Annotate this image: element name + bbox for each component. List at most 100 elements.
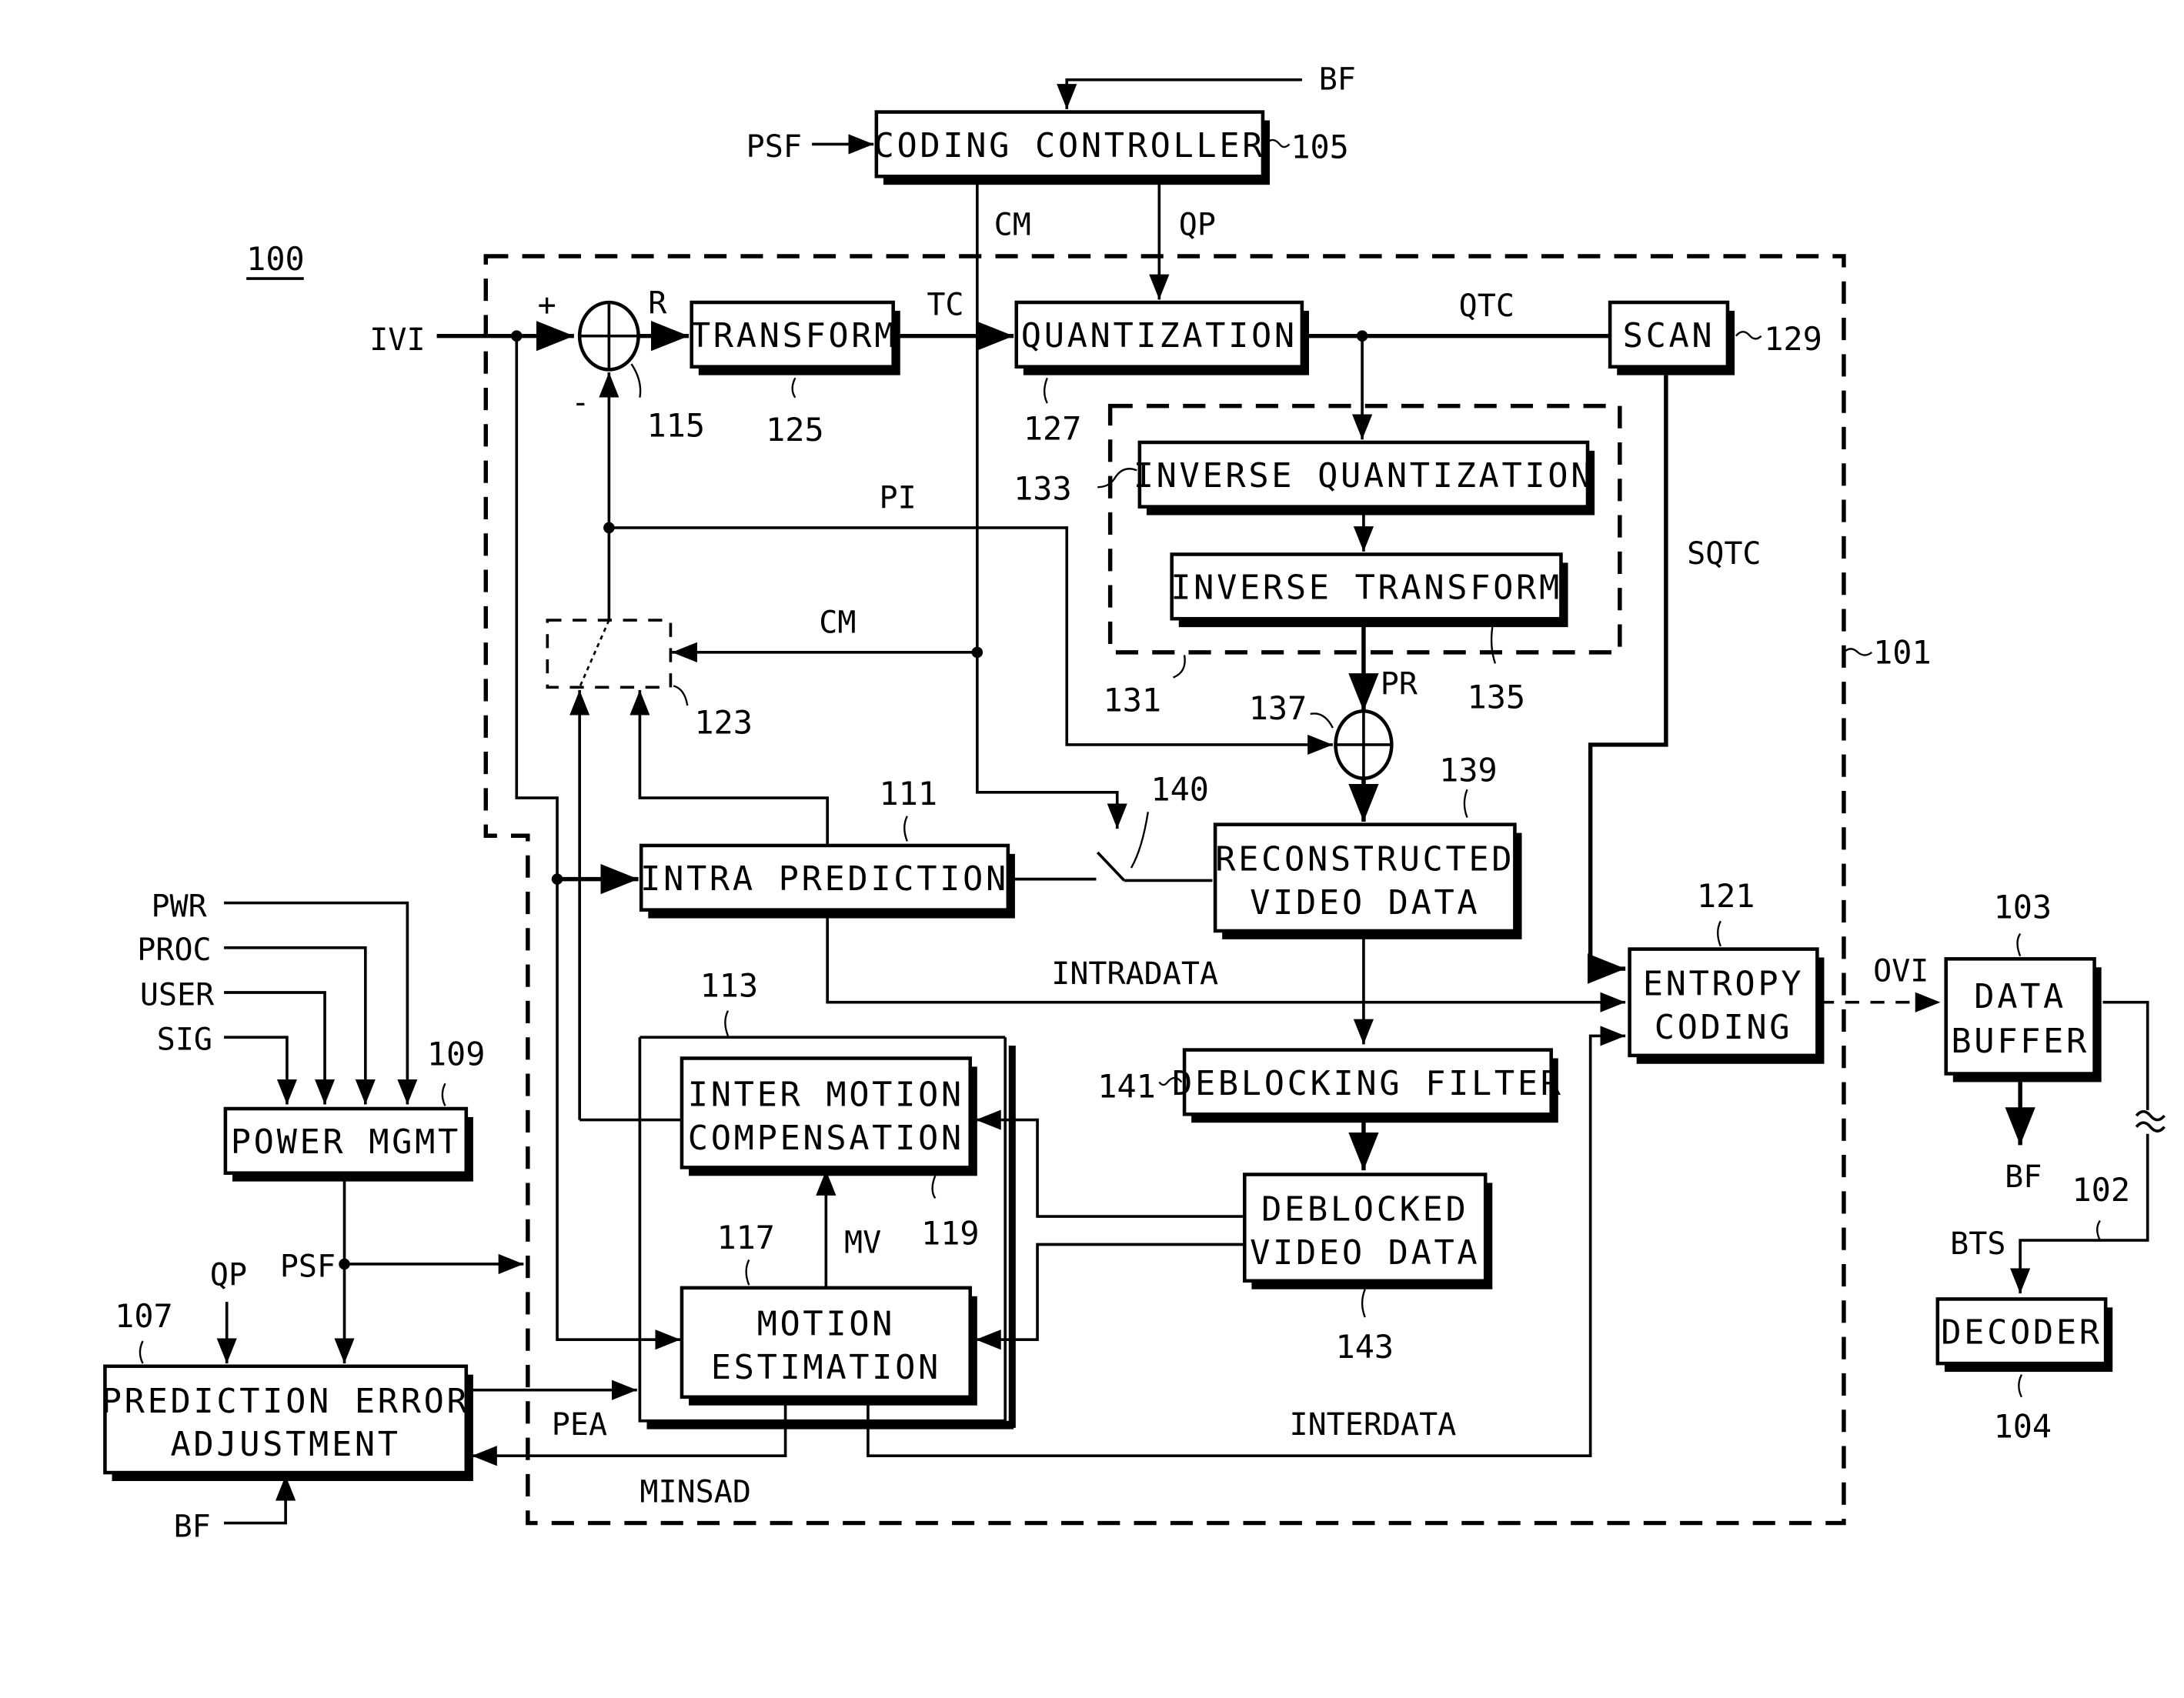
svg-text:VIDEO DATA: VIDEO DATA <box>1250 1233 1480 1273</box>
ref-140: 140 <box>1150 771 1209 809</box>
ref-125: 125 <box>766 411 824 449</box>
sign-plus: + <box>538 287 556 322</box>
svg-text:DECODER: DECODER <box>1941 1313 2102 1353</box>
svg-text:INVERSE QUANTIZATION: INVERSE QUANTIZATION <box>1134 456 1594 495</box>
inter-motion-compensation-block[interactable]: INTER MOTION COMPENSATION <box>680 1056 977 1176</box>
ref-139: 139 <box>1439 751 1498 789</box>
ref-119: 119 <box>921 1214 980 1252</box>
coding-controller-block[interactable]: CODING CONTROLLER <box>874 110 1271 185</box>
signal-psf-top: PSF <box>746 129 802 165</box>
motion-estimation-block[interactable]: MOTION ESTIMATION <box>680 1286 977 1406</box>
adder-137 <box>1334 709 1394 780</box>
figure-ref-100: 100 <box>246 240 305 280</box>
svg-text:100: 100 <box>246 240 305 278</box>
svg-text:ADJUSTMENT: ADJUSTMENT <box>171 1425 401 1464</box>
ref-131: 131 <box>1104 681 1162 719</box>
inverse-transform-block[interactable]: INVERSE TRANSFORM <box>1170 552 1568 628</box>
svg-text:MOTION: MOTION <box>757 1305 896 1344</box>
ref-133: 133 <box>1014 470 1072 508</box>
reconstructed-video-data-block[interactable]: RECONSTRUCTED VIDEO DATA <box>1213 822 1522 939</box>
svg-text:INVERSE TRANSFORM: INVERSE TRANSFORM <box>1170 569 1562 608</box>
svg-text:CODING CONTROLLER: CODING CONTROLLER <box>874 126 1266 165</box>
svg-text:DEBLOCKED: DEBLOCKED <box>1261 1190 1468 1229</box>
signal-pwr: PWR <box>151 889 207 925</box>
svg-text:SCAN: SCAN <box>1623 316 1715 355</box>
ref-117: 117 <box>716 1219 775 1256</box>
signal-interdata: INTERDATA <box>1290 1407 1457 1443</box>
quantization-block[interactable]: QUANTIZATION <box>1014 300 1309 375</box>
mode-switch-123[interactable] <box>546 619 673 689</box>
ref-121: 121 <box>1697 877 1755 915</box>
signal-qp-top: QP <box>1179 208 1216 243</box>
signal-qp-pea: QP <box>210 1257 247 1293</box>
signal-mv: MV <box>844 1225 881 1260</box>
data-buffer-block[interactable]: DATA BUFFER <box>1944 957 2102 1083</box>
signal-intradata: INTRADATA <box>1051 956 1218 992</box>
entropy-coding-block[interactable]: ENTROPY CODING <box>1628 947 1825 1064</box>
svg-text:INTER MOTION: INTER MOTION <box>688 1075 964 1114</box>
svg-text:DATA: DATA <box>1974 977 2066 1016</box>
encoder-ref-101: 101 <box>1843 633 1932 671</box>
svg-text:COMPENSATION: COMPENSATION <box>688 1119 964 1158</box>
signal-qtc: QTC <box>1459 289 1514 324</box>
ref-115: 115 <box>646 407 705 445</box>
ref-143: 143 <box>1336 1328 1394 1366</box>
svg-text:RECONSTRUCTED: RECONSTRUCTED <box>1215 840 1514 879</box>
switch-140[interactable] <box>1096 851 1213 882</box>
ref-135: 135 <box>1468 679 1526 716</box>
svg-text:QUANTIZATION: QUANTIZATION <box>1021 316 1297 355</box>
svg-text:BUFFER: BUFFER <box>1951 1022 2089 1061</box>
ref-104: 104 <box>1994 1408 2052 1446</box>
signal-sig: SIG <box>157 1022 212 1058</box>
signal-cm-mid: CM <box>819 605 856 640</box>
signal-minsad: MINSAD <box>640 1474 751 1510</box>
ref-107: 107 <box>115 1297 173 1335</box>
signal-bf-pea: BF <box>174 1510 211 1545</box>
ref-109: 109 <box>427 1036 486 1073</box>
intra-prediction-block[interactable]: INTRA PREDICTION <box>639 843 1015 919</box>
signal-pea: PEA <box>552 1407 607 1443</box>
deblocked-video-data-block[interactable]: DEBLOCKED VIDEO DATA <box>1243 1173 1493 1289</box>
signal-ovi: OVI <box>1873 953 1929 989</box>
signal-bf-buffer: BF <box>2005 1159 2042 1195</box>
svg-text:CODING: CODING <box>1655 1008 1793 1047</box>
svg-text:INTRA PREDICTION: INTRA PREDICTION <box>640 859 1009 899</box>
ref-127: 127 <box>1024 409 1082 447</box>
decoder-block[interactable]: DECODER <box>1935 1297 2113 1373</box>
signal-r: R <box>648 286 667 322</box>
svg-text:DEBLOCKING FILTER: DEBLOCKING FILTER <box>1172 1064 1564 1103</box>
svg-text:TRANSFORM: TRANSFORM <box>690 316 897 355</box>
signal-sqtc: SQTC <box>1687 536 1761 572</box>
prediction-error-adjustment-block[interactable]: PREDICTION ERROR ADJUSTMENT <box>102 1364 473 1481</box>
transform-block[interactable]: TRANSFORM <box>690 300 900 375</box>
signal-tc: TC <box>927 287 963 322</box>
ref-123: 123 <box>694 703 753 741</box>
ref-105: 105 <box>1291 128 1349 166</box>
signal-bf-top: BF <box>1319 62 1356 97</box>
signal-user: USER <box>140 977 215 1012</box>
signal-ivi: IVI <box>369 322 425 358</box>
signal-pi: PI <box>879 480 916 515</box>
ref-141: 141 <box>1097 1067 1156 1105</box>
svg-text:101: 101 <box>1873 633 1932 671</box>
deblocking-filter-block[interactable]: DEBLOCKING FILTER <box>1172 1048 1564 1123</box>
ref-113: 113 <box>700 966 759 1004</box>
power-mgmt-block[interactable]: POWER MGMT <box>223 1106 473 1182</box>
signal-cm-top: CM <box>994 208 1031 243</box>
signal-pr: PR <box>1381 666 1418 702</box>
signal-psf-pm: PSF <box>280 1249 336 1284</box>
ref-102: 102 <box>2072 1171 2130 1209</box>
signal-proc: PROC <box>137 932 211 968</box>
svg-text:ENTROPY: ENTROPY <box>1643 965 1804 1004</box>
svg-text:VIDEO DATA: VIDEO DATA <box>1250 883 1480 922</box>
sign-minus: - <box>571 385 589 421</box>
ref-129: 129 <box>1764 320 1822 358</box>
scan-block[interactable]: SCAN <box>1608 300 1735 375</box>
inverse-quantization-block[interactable]: INVERSE QUANTIZATION <box>1134 440 1595 515</box>
ref-103: 103 <box>1994 889 2052 926</box>
svg-text:ESTIMATION: ESTIMATION <box>711 1348 941 1387</box>
ref-137: 137 <box>1249 689 1307 727</box>
svg-text:POWER MGMT: POWER MGMT <box>231 1123 461 1162</box>
adder-115 <box>577 300 640 372</box>
signal-bts: BTS <box>1950 1226 2005 1262</box>
